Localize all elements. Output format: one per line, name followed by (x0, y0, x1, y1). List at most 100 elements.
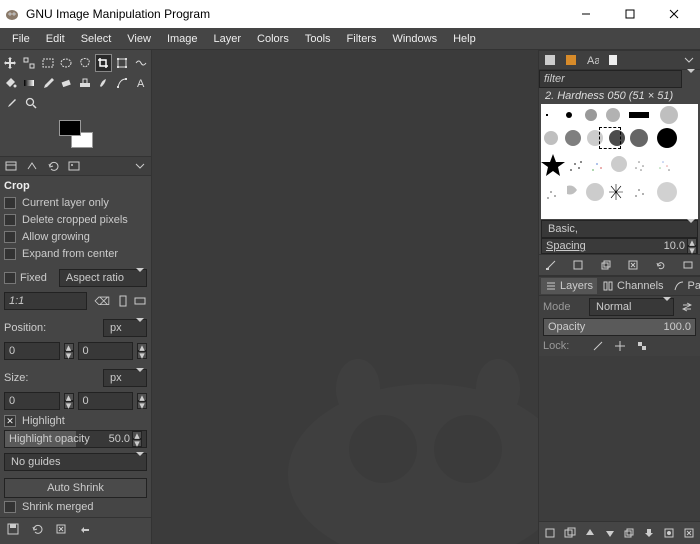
position-x-input[interactable]: 0 (4, 342, 60, 360)
highlight-opacity-slider[interactable]: Highlight opacity 50.0 ▴▾ (4, 430, 147, 448)
filter-dropdown-icon[interactable] (682, 71, 700, 87)
tool-bucket[interactable] (2, 74, 19, 92)
open-as-image-icon[interactable] (680, 257, 696, 273)
menu-select[interactable]: Select (73, 31, 120, 47)
fixed-value-input[interactable]: 1:1 (4, 292, 87, 310)
tool-unified-transform[interactable] (114, 54, 131, 72)
position-y-spinner[interactable]: ▴▾ (137, 343, 147, 359)
menu-colors[interactable]: Colors (249, 31, 297, 47)
new-group-icon[interactable] (562, 525, 578, 541)
layer-opacity-slider[interactable]: Opacity 100.0 (543, 318, 696, 336)
minimize-button[interactable] (564, 0, 608, 28)
check-allow-growing[interactable] (4, 231, 16, 243)
menu-filters[interactable]: Filters (339, 31, 385, 47)
tool-crop[interactable] (95, 54, 112, 72)
size-unit-dropdown[interactable]: px (103, 369, 147, 387)
tab-document-history[interactable] (604, 52, 622, 68)
fixed-mode-dropdown[interactable]: Aspect ratio (59, 269, 147, 287)
size-w-input[interactable]: 0 (4, 392, 60, 410)
tool-move[interactable] (2, 54, 19, 72)
menu-view[interactable]: View (119, 31, 159, 47)
menu-windows[interactable]: Windows (384, 31, 445, 47)
reset-preset-icon[interactable] (76, 520, 94, 538)
portrait-icon[interactable] (117, 294, 129, 308)
duplicate-layer-icon[interactable] (621, 525, 637, 541)
tool-free-select[interactable] (76, 54, 93, 72)
tab-patterns[interactable] (562, 52, 580, 68)
guides-dropdown[interactable]: No guides (4, 453, 147, 471)
edit-brush-icon[interactable] (543, 257, 559, 273)
menu-edit[interactable]: Edit (38, 31, 73, 47)
tool-clone[interactable] (77, 74, 94, 92)
clear-icon[interactable]: ⌫ (91, 295, 113, 308)
tool-eraser[interactable] (58, 74, 75, 92)
menu-tools[interactable]: Tools (297, 31, 339, 47)
brush-grid[interactable] (541, 104, 698, 219)
tab-menu-icon[interactable] (680, 52, 698, 68)
tab-tool-options[interactable] (2, 158, 20, 174)
position-x-spinner[interactable]: ▴▾ (64, 343, 74, 359)
check-fixed[interactable] (4, 272, 16, 284)
highlight-opacity-spinner[interactable]: ▴▾ (132, 431, 142, 447)
layers-list[interactable] (539, 356, 700, 521)
fg-bg-color[interactable] (59, 120, 93, 148)
fg-color-swatch[interactable] (59, 120, 81, 136)
tool-text[interactable]: A (132, 74, 149, 92)
tool-paintbrush[interactable] (39, 74, 56, 92)
landscape-icon[interactable] (133, 295, 147, 307)
check-expand-center[interactable] (4, 248, 16, 260)
menu-help[interactable]: Help (445, 31, 484, 47)
mode-switch-icon[interactable] (678, 299, 696, 315)
tab-device-status[interactable] (23, 158, 41, 174)
brush-preset-dropdown[interactable]: Basic, (541, 220, 698, 238)
menu-image[interactable]: Image (159, 31, 206, 47)
check-highlight[interactable] (4, 415, 16, 427)
spacing-spinner[interactable]: ▴▾ (687, 238, 697, 254)
save-preset-icon[interactable] (4, 520, 22, 538)
tab-menu-icon[interactable] (131, 158, 149, 174)
tab-images[interactable] (65, 158, 83, 174)
raise-layer-icon[interactable] (582, 525, 598, 541)
tab-fonts[interactable]: Aa (583, 52, 601, 68)
new-brush-icon[interactable] (570, 257, 586, 273)
mode-dropdown[interactable]: Normal (589, 298, 674, 316)
merge-down-icon[interactable] (641, 525, 657, 541)
duplicate-brush-icon[interactable] (598, 257, 614, 273)
lock-alpha-icon[interactable] (633, 338, 651, 354)
tool-warp[interactable] (132, 54, 149, 72)
tool-zoom[interactable] (22, 94, 40, 112)
auto-shrink-button[interactable]: Auto Shrink (4, 478, 147, 498)
menu-layer[interactable]: Layer (206, 31, 250, 47)
tool-color-picker[interactable] (2, 94, 20, 112)
tab-undo-history[interactable] (44, 158, 62, 174)
spacing-value[interactable]: 10.0 (662, 240, 687, 252)
size-h-input[interactable]: 0 (78, 392, 134, 410)
size-h-spinner[interactable]: ▴▾ (137, 393, 147, 409)
check-current-layer[interactable] (4, 197, 16, 209)
lock-pixels-icon[interactable] (589, 338, 607, 354)
tool-paths[interactable] (114, 74, 131, 92)
delete-brush-icon[interactable] (625, 257, 641, 273)
refresh-brush-icon[interactable] (653, 257, 669, 273)
brush-filter-input[interactable]: filter (539, 70, 682, 88)
check-shrink-merged[interactable] (4, 501, 16, 513)
tab-layers[interactable]: Layers (541, 278, 597, 294)
lower-layer-icon[interactable] (602, 525, 618, 541)
tool-gradient[interactable] (21, 74, 38, 92)
maximize-button[interactable] (608, 0, 652, 28)
canvas-area[interactable] (152, 50, 538, 544)
mask-layer-icon[interactable] (661, 525, 677, 541)
check-delete-cropped[interactable] (4, 214, 16, 226)
tool-smudge[interactable] (95, 74, 112, 92)
tab-brushes[interactable] (541, 52, 559, 68)
menu-file[interactable]: File (4, 31, 38, 47)
position-y-input[interactable]: 0 (78, 342, 134, 360)
tool-align[interactable] (21, 54, 38, 72)
tool-rect-select[interactable] (39, 54, 56, 72)
new-layer-icon[interactable] (542, 525, 558, 541)
tab-paths[interactable]: Paths (669, 278, 700, 294)
restore-preset-icon[interactable] (28, 520, 46, 538)
tab-channels[interactable]: Channels (598, 278, 667, 294)
close-button[interactable] (652, 0, 696, 28)
tool-ellipse-select[interactable] (58, 54, 75, 72)
